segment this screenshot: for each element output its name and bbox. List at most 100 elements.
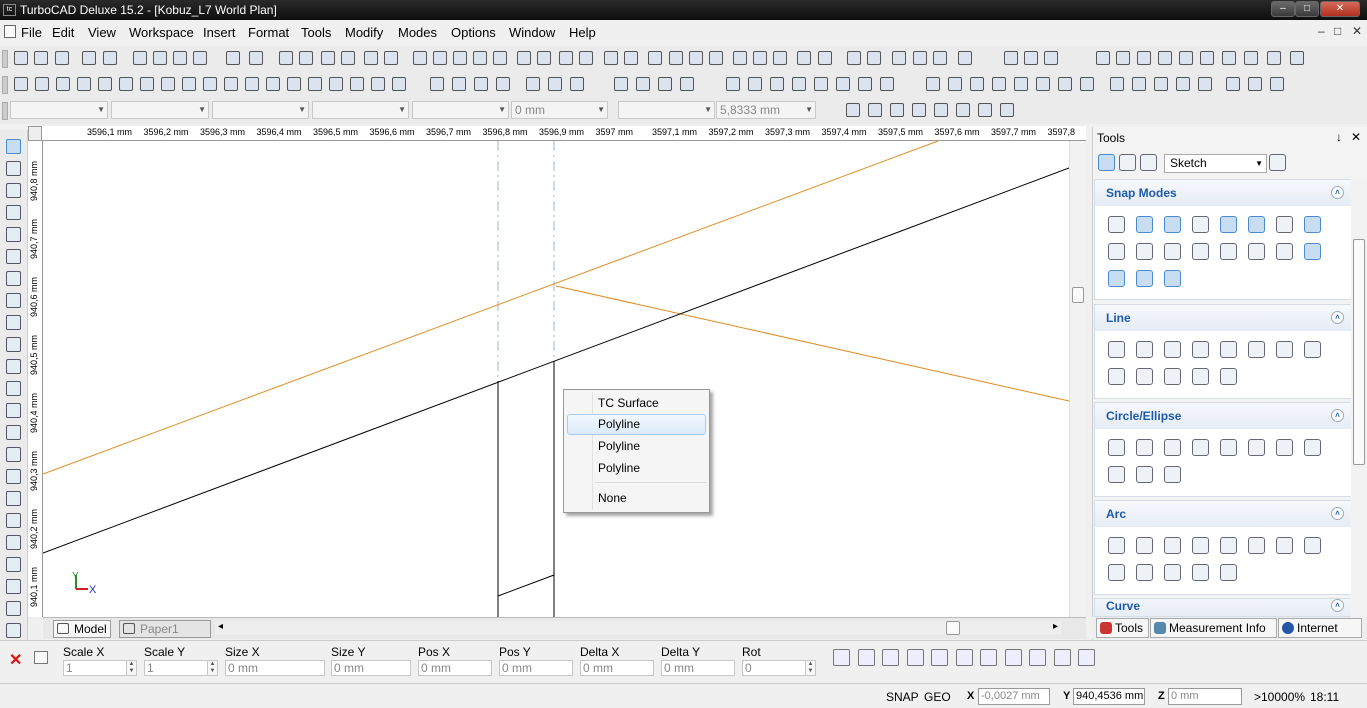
color-combo[interactable]: ▼ xyxy=(111,101,209,119)
draw-tool-43-icon[interactable] xyxy=(1014,77,1028,91)
sect2-tool-1-icon[interactable] xyxy=(1108,439,1125,456)
draw-tool-33-icon[interactable] xyxy=(770,77,784,91)
std-tool-6-icon[interactable] xyxy=(133,51,147,65)
left-tool-10-icon[interactable] xyxy=(6,337,21,352)
doc-close-button[interactable]: ✕ xyxy=(1352,24,1362,38)
menu-edit[interactable]: Edit xyxy=(52,25,74,40)
draw-tool-31-icon[interactable] xyxy=(726,77,740,91)
sect1-tool-13-icon[interactable] xyxy=(1220,368,1237,385)
scroll-thumb[interactable] xyxy=(946,621,960,635)
draw-tool-1-icon[interactable] xyxy=(14,77,28,91)
sect1-tool-11-icon[interactable] xyxy=(1164,368,1181,385)
std-tool-28-icon[interactable] xyxy=(624,51,638,65)
std-tool-7-icon[interactable] xyxy=(153,51,167,65)
std-tool-15-icon[interactable] xyxy=(341,51,355,65)
section-header[interactable]: Circle/Ellipse ˄ xyxy=(1095,403,1351,429)
left-tool-7-icon[interactable] xyxy=(6,271,21,286)
pin-icon[interactable]: ↓ xyxy=(1336,130,1342,144)
tab-tools[interactable]: Tools xyxy=(1096,618,1149,638)
draw-tool-21-icon[interactable] xyxy=(452,77,466,91)
sect3-tool-7-icon[interactable] xyxy=(1276,537,1293,554)
std-tool-20-icon[interactable] xyxy=(453,51,467,65)
sect0-tool-19-icon[interactable] xyxy=(1164,270,1181,287)
std-tool-21-icon[interactable] xyxy=(473,51,487,65)
menu-format[interactable]: Format xyxy=(248,25,289,40)
draw-tool-40-icon[interactable] xyxy=(948,77,962,91)
draw-tool-22-icon[interactable] xyxy=(474,77,488,91)
draw-tool-47-icon[interactable] xyxy=(1110,77,1124,91)
draw-tool-5-icon[interactable] xyxy=(98,77,112,91)
sect1-tool-7-icon[interactable] xyxy=(1276,341,1293,358)
std-tool-36-icon[interactable] xyxy=(797,51,811,65)
inspector-tool-7-icon[interactable] xyxy=(980,649,997,666)
sect3-tool-8-icon[interactable] xyxy=(1304,537,1321,554)
context-item-tc-surface[interactable]: TC Surface xyxy=(567,393,706,414)
cancel-icon[interactable]: ✕ xyxy=(9,650,22,670)
draw-tool-11-icon[interactable] xyxy=(224,77,238,91)
mode-combo[interactable]: Sketch ▼ xyxy=(1164,154,1267,173)
left-tool-13-icon[interactable] xyxy=(6,403,21,418)
std-tool-43-icon[interactable] xyxy=(958,51,972,65)
draw-tool-17-icon[interactable] xyxy=(350,77,364,91)
pen-color-icon[interactable] xyxy=(1269,154,1286,171)
scroll-left-icon[interactable]: ◂ xyxy=(218,621,223,632)
sect2-tool-7-icon[interactable] xyxy=(1276,439,1293,456)
sect0-tool-8-icon[interactable] xyxy=(1304,216,1321,233)
select-arrow-icon[interactable] xyxy=(1098,154,1115,171)
menu-view[interactable]: View xyxy=(88,25,116,40)
tab-paper1[interactable]: Paper1 xyxy=(119,620,211,638)
std-tool-3-icon[interactable] xyxy=(55,51,69,65)
maximize-button[interactable]: □ xyxy=(1295,1,1319,17)
left-tool-3-icon[interactable] xyxy=(6,183,21,198)
left-tool-20-icon[interactable] xyxy=(6,557,21,572)
linetype-combo[interactable]: ▼ xyxy=(312,101,409,119)
left-tool-19-icon[interactable] xyxy=(6,535,21,550)
snap-tool-6-icon[interactable] xyxy=(956,103,970,117)
doc-restore-button[interactable]: □ xyxy=(1334,24,1341,38)
std-tool-53-icon[interactable] xyxy=(1222,51,1236,65)
sect0-tool-13-icon[interactable] xyxy=(1220,243,1237,260)
snap-tool-1-icon[interactable] xyxy=(846,103,860,117)
std-tool-10-icon[interactable] xyxy=(226,51,240,65)
sect3-tool-13-icon[interactable] xyxy=(1220,564,1237,581)
std-tool-45-icon[interactable] xyxy=(1024,51,1038,65)
draw-tool-50-icon[interactable] xyxy=(1176,77,1190,91)
tab-measurement-info[interactable]: Measurement Info xyxy=(1150,618,1277,638)
draw-tool-49-icon[interactable] xyxy=(1154,77,1168,91)
section-header[interactable]: Curve ˄ xyxy=(1095,599,1351,616)
chevron-up-icon[interactable]: ˄ xyxy=(1331,507,1344,520)
std-tool-22-icon[interactable] xyxy=(493,51,507,65)
sect3-tool-1-icon[interactable] xyxy=(1108,537,1125,554)
std-tool-30-icon[interactable] xyxy=(669,51,683,65)
snap-tool-8-icon[interactable] xyxy=(1000,103,1014,117)
sect3-tool-5-icon[interactable] xyxy=(1220,537,1237,554)
inspector-tool-1-icon[interactable] xyxy=(833,649,850,666)
sect3-tool-12-icon[interactable] xyxy=(1192,564,1209,581)
sect0-tool-16-icon[interactable] xyxy=(1304,243,1321,260)
inspector-field-5[interactable]: 0 mm xyxy=(499,660,573,676)
std-tool-26-icon[interactable] xyxy=(579,51,593,65)
canvas-horizontal-scrollbar[interactable]: ◂ ▸ xyxy=(215,621,1061,635)
chevron-up-icon[interactable]: ˄ xyxy=(1331,186,1344,199)
sect2-tool-3-icon[interactable] xyxy=(1164,439,1181,456)
sect2-tool-8-icon[interactable] xyxy=(1304,439,1321,456)
std-tool-40-icon[interactable] xyxy=(892,51,906,65)
menu-window[interactable]: Window xyxy=(509,25,555,40)
draw-tool-18-icon[interactable] xyxy=(371,77,385,91)
draw-tool-6-icon[interactable] xyxy=(119,77,133,91)
draw-tool-28-icon[interactable] xyxy=(636,77,650,91)
inspector-tool-11-icon[interactable] xyxy=(1078,649,1095,666)
draw-tool-30-icon[interactable] xyxy=(680,77,694,91)
std-tool-33-icon[interactable] xyxy=(733,51,747,65)
sect0-tool-4-icon[interactable] xyxy=(1192,216,1209,233)
close-window-button[interactable]: ✕ xyxy=(1320,1,1360,17)
draw-tool-41-icon[interactable] xyxy=(970,77,984,91)
sect0-tool-10-icon[interactable] xyxy=(1136,243,1153,260)
snap-tool-2-icon[interactable] xyxy=(868,103,882,117)
left-tool-17-icon[interactable] xyxy=(6,491,21,506)
draw-tool-39-icon[interactable] xyxy=(926,77,940,91)
std-tool-32-icon[interactable] xyxy=(709,51,723,65)
minimize-button[interactable]: – xyxy=(1271,1,1295,17)
section-header[interactable]: Arc ˄ xyxy=(1095,501,1351,527)
doc-minimize-button[interactable]: – xyxy=(1318,24,1325,38)
